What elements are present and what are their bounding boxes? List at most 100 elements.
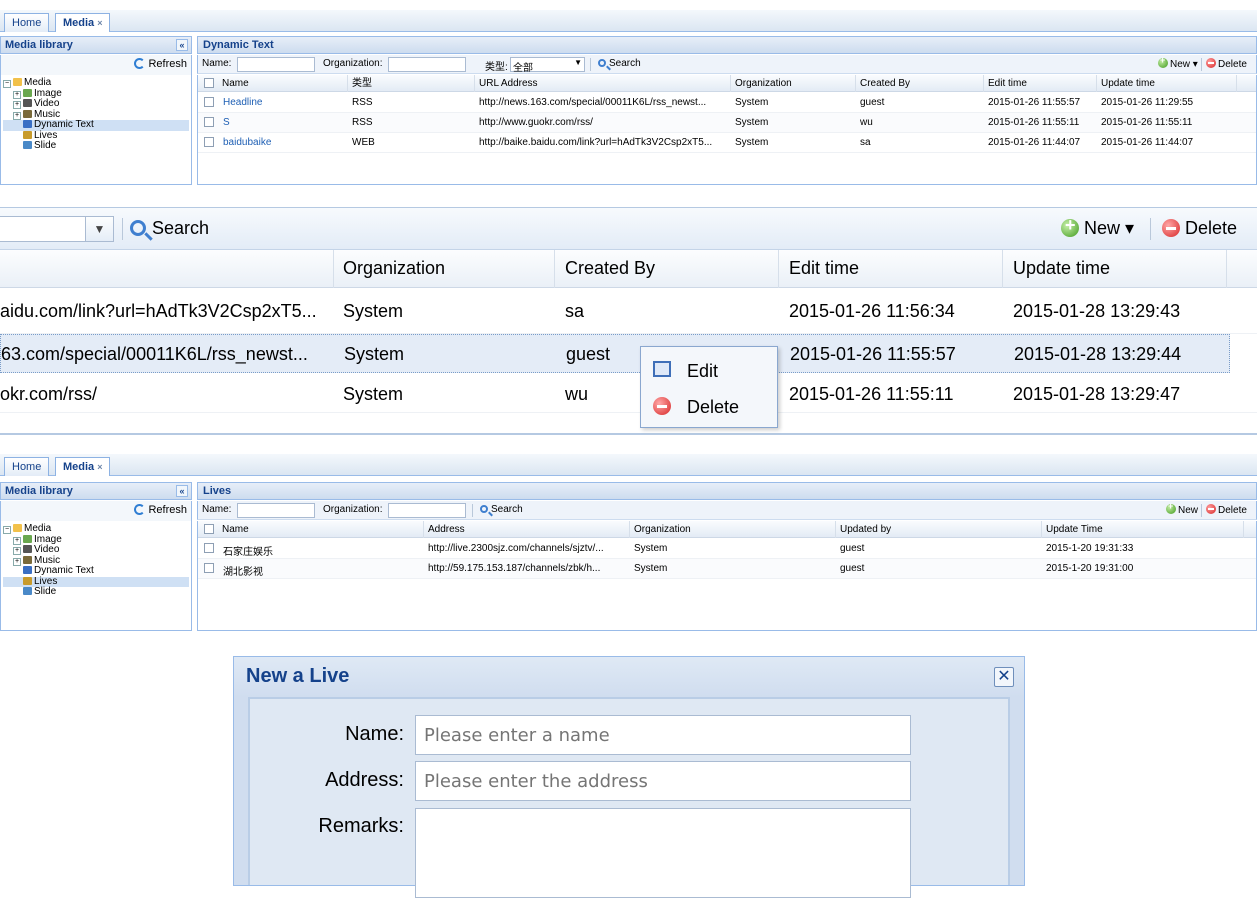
collapse-node-icon[interactable]: − — [3, 526, 11, 534]
column-header[interactable]: Organization — [731, 75, 856, 92]
search-button[interactable]: Search — [480, 504, 523, 515]
expand-icon[interactable]: + — [13, 536, 21, 545]
tree-node-image[interactable]: + Image — [3, 88, 189, 100]
table-row-selected[interactable]: 63.com/special/00011K6L/rss_newst... Sys… — [0, 334, 1230, 373]
menu-item-edit[interactable]: Edit — [641, 353, 777, 387]
search-icon — [480, 505, 488, 513]
tree-node-image[interactable]: + Image — [3, 534, 189, 546]
row-checkbox[interactable] — [204, 117, 214, 127]
row-checkbox[interactable] — [204, 543, 214, 553]
table-row[interactable]: okr.com/rss/ System wu 2015-01-26 11:55:… — [0, 373, 1257, 413]
close-icon[interactable]: ✕ — [994, 667, 1014, 687]
search-button[interactable]: Search — [130, 218, 209, 239]
column-header[interactable]: Name — [218, 75, 348, 92]
tree-node-media[interactable]: − Media — [3, 524, 189, 535]
row-checkbox[interactable] — [204, 137, 214, 147]
table-row[interactable]: Headline RSS http://news.163.com/special… — [198, 93, 1256, 113]
column-header[interactable]: Update Time — [1042, 521, 1244, 538]
expand-icon[interactable]: + — [13, 111, 21, 120]
refresh-button[interactable]: Refresh — [148, 504, 187, 516]
tree-node-lives[interactable]: Lives — [3, 576, 189, 587]
column-header[interactable]: 类型 — [348, 75, 475, 92]
delete-button[interactable]: Delete — [1162, 218, 1237, 239]
name-cell[interactable]: S — [223, 117, 343, 128]
tree-node-slide[interactable]: Slide — [3, 587, 189, 598]
tree-node-music[interactable]: + Music — [3, 554, 189, 567]
organization-input[interactable] — [388, 503, 466, 518]
column-header[interactable]: Updated by — [836, 521, 1042, 538]
search-icon — [130, 220, 146, 236]
table-row[interactable]: aidu.com/link?url=hAdTk3V2Csp2xT5... Sys… — [0, 289, 1257, 334]
tree-node-music[interactable]: + Music — [3, 109, 189, 121]
collapse-icon[interactable]: « — [176, 39, 188, 51]
column-header[interactable]: Edit time — [984, 75, 1097, 92]
name-cell[interactable]: Headline — [223, 97, 343, 108]
select-all-checkbox[interactable] — [204, 78, 214, 88]
remarks-field[interactable] — [415, 808, 911, 898]
close-tab-icon[interactable]: × — [97, 462, 102, 472]
dialog-body: Name: Address: Remarks: — [248, 697, 1010, 898]
name-field[interactable] — [415, 715, 911, 755]
menu-item-delete[interactable]: Delete — [641, 389, 777, 423]
tree-node-slide[interactable]: Slide — [3, 141, 189, 152]
expand-icon[interactable]: + — [13, 557, 21, 566]
tree-node-video[interactable]: + Video — [3, 99, 189, 110]
collapse-node-icon[interactable]: − — [3, 80, 11, 88]
select-all-checkbox[interactable] — [204, 524, 214, 534]
address-field[interactable] — [415, 761, 911, 801]
table-row[interactable]: baidubaike WEB http://baike.baidu.com/li… — [198, 133, 1256, 153]
close-tab-icon[interactable]: × — [97, 18, 102, 28]
tab-home[interactable]: Home — [4, 13, 50, 32]
organization-cell: System — [343, 384, 404, 404]
tree-node-media[interactable]: − Media — [3, 78, 189, 89]
tree-node-lives[interactable]: Lives — [3, 130, 189, 142]
expand-icon[interactable]: + — [13, 547, 21, 555]
tree-node-video[interactable]: + Video — [3, 545, 189, 556]
tab-home-label: Home — [12, 17, 42, 29]
organization-input[interactable] — [388, 57, 466, 72]
tree-node-dynamic-text[interactable]: Dynamic Text — [3, 120, 189, 131]
expand-icon[interactable]: + — [13, 90, 21, 99]
tree-label: Music — [34, 554, 61, 566]
row-checkbox[interactable] — [204, 563, 214, 573]
column-header[interactable]: Organization — [630, 521, 836, 538]
column-header[interactable]: Created By — [856, 75, 984, 92]
name-input[interactable] — [237, 503, 315, 518]
url-cell: http://news.163.com/special/00011K6L/rss… — [479, 97, 707, 108]
new-button[interactable]: New ▾ — [1158, 55, 1198, 70]
dynamic-text-icon — [23, 120, 32, 128]
chevron-down-icon[interactable]: ▼ — [85, 217, 113, 241]
column-header[interactable]: Edit time — [789, 258, 859, 279]
type-select-zoom[interactable]: ▼ — [0, 216, 114, 242]
organization-cell: System — [735, 117, 769, 128]
remarks-label: Remarks: — [318, 815, 404, 837]
tab-media[interactable]: Media × — [55, 13, 111, 32]
column-header[interactable]: Name — [218, 521, 424, 538]
tree-node-dynamic-text[interactable]: Dynamic Text — [3, 566, 189, 577]
column-header[interactable]: Update time — [1013, 258, 1110, 279]
row-checkbox[interactable] — [204, 97, 214, 107]
column-header[interactable]: Update time — [1097, 75, 1237, 92]
column-header[interactable]: Organization — [343, 258, 445, 279]
collapse-icon[interactable]: « — [176, 485, 188, 497]
type-select[interactable]: 全部 ▼ — [510, 57, 585, 74]
column-header[interactable]: Created By — [565, 258, 655, 279]
search-button[interactable]: Search — [598, 58, 641, 69]
new-button[interactable]: New — [1166, 501, 1198, 516]
delete-button[interactable]: Delete — [1206, 504, 1247, 516]
name-input[interactable] — [237, 57, 315, 72]
table-row[interactable]: 湖北影视 http://59.175.153.187/channels/zbk/… — [198, 559, 1256, 579]
music-icon — [23, 555, 32, 564]
column-header[interactable]: Address — [424, 521, 630, 538]
table-row[interactable]: S RSS http://www.guokr.com/rss/ System w… — [198, 113, 1256, 133]
new-button[interactable]: New ▾ — [1061, 215, 1134, 239]
table-row[interactable]: 石家庄娱乐 http://live.2300sjz.com/channels/s… — [198, 539, 1256, 559]
name-cell[interactable]: baidubaike — [223, 137, 343, 148]
url-cell: 63.com/special/00011K6L/rss_newst... — [1, 344, 308, 364]
delete-button[interactable]: Delete — [1206, 58, 1247, 70]
tab-media[interactable]: Media × — [55, 457, 111, 476]
tab-home[interactable]: Home — [4, 457, 50, 476]
expand-icon[interactable]: + — [13, 101, 21, 109]
refresh-button[interactable]: Refresh — [148, 58, 187, 70]
column-header[interactable]: URL Address — [475, 75, 731, 92]
